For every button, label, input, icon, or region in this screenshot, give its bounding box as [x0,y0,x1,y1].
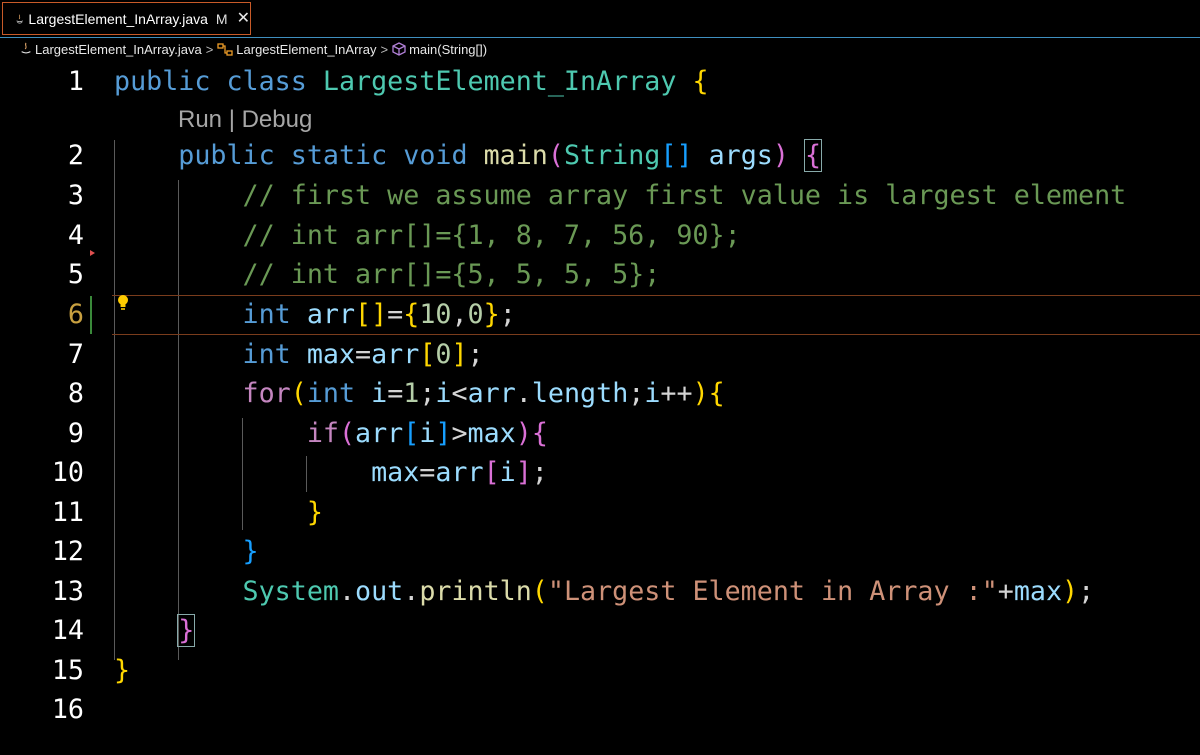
class-icon [217,42,233,56]
code-line-6: 6 int arr[]={10,0}; [0,295,1200,335]
code-line-13: 13 System.out.println("Largest Element i… [0,572,1200,612]
line-number: 6 [67,299,84,330]
line-number: 15 [51,655,84,686]
tab-largestelement-inarray[interactable]: LargestElement_InArray.java M ✕ [2,2,251,35]
chevron-right-icon: > [205,41,214,57]
line-number: 10 [51,457,84,488]
code-line-7: 7 int max=arr[0]; [0,335,1200,375]
breadcrumb-file[interactable]: LargestElement_InArray.java [20,42,202,57]
breadcrumb-class[interactable]: LargestElement_InArray [217,42,376,57]
code-line-4: 4 // int arr[]={1, 8, 7, 56, 90}; [0,216,1200,256]
code-line-5: 5 // int arr[]={5, 5, 5, 5}; [0,255,1200,295]
code-line-8: 8 for(int i=1;i<arr.length;i++){ [0,374,1200,414]
code-line-12: 12 } [0,532,1200,572]
line-number: 8 [67,378,84,409]
line-number: 4 [67,220,84,251]
close-icon[interactable]: ✕ [237,10,250,27]
code-line-11: 11 } [0,493,1200,533]
line-number: 12 [51,536,84,567]
run-debug-codelens[interactable]: Run | Debug [178,102,312,138]
code-line-14: 14 } [0,611,1200,651]
tab-filename: LargestElement_InArray.java [28,10,208,27]
code-line-3: 3 // first we assume array first value i… [0,176,1200,216]
line-number: 16 [51,694,84,725]
line-number: 9 [67,418,84,449]
breadcrumb-method[interactable]: main(String[]) [392,42,487,57]
breadcrumb: LargestElement_InArray.java > LargestEle… [0,38,1200,60]
java-file-icon [21,42,31,54]
line-number: 7 [67,339,84,370]
code-line-16: 16 [0,690,1200,730]
code-line-2: 2 public static void main(String[] args)… [0,136,1200,176]
line-number: 2 [67,140,84,171]
lightbulb-icon[interactable] [116,294,130,312]
breadcrumb-class-label: LargestElement_InArray [236,41,377,57]
code-line-15: 15 } [0,651,1200,691]
line-number: 11 [51,497,84,528]
editor-tab-bar: LargestElement_InArray.java M ✕ [0,0,1200,38]
code-line-10: 10 max=arr[i]; [0,453,1200,493]
line-number: 3 [67,180,84,211]
code-editor[interactable]: 1 public class LargestElement_InArray { … [0,62,1200,755]
breadcrumb-method-label: main(String[]) [409,41,488,57]
line-number: 1 [67,66,84,97]
modified-badge: M [215,10,228,27]
line-number: 5 [67,259,84,290]
line-number: 13 [51,576,84,607]
chevron-right-icon: > [380,41,389,57]
breadcrumb-file-label: LargestElement_InArray.java [35,41,202,57]
method-cube-icon [392,42,406,56]
git-modified-indicator [90,296,92,334]
gutter-marker [90,250,95,256]
line-number: 14 [51,615,84,646]
code-line-9: 9 if(arr[i]>max){ [0,414,1200,454]
java-file-icon [16,13,23,23]
code-line-1: 1 public class LargestElement_InArray { [0,62,1200,102]
